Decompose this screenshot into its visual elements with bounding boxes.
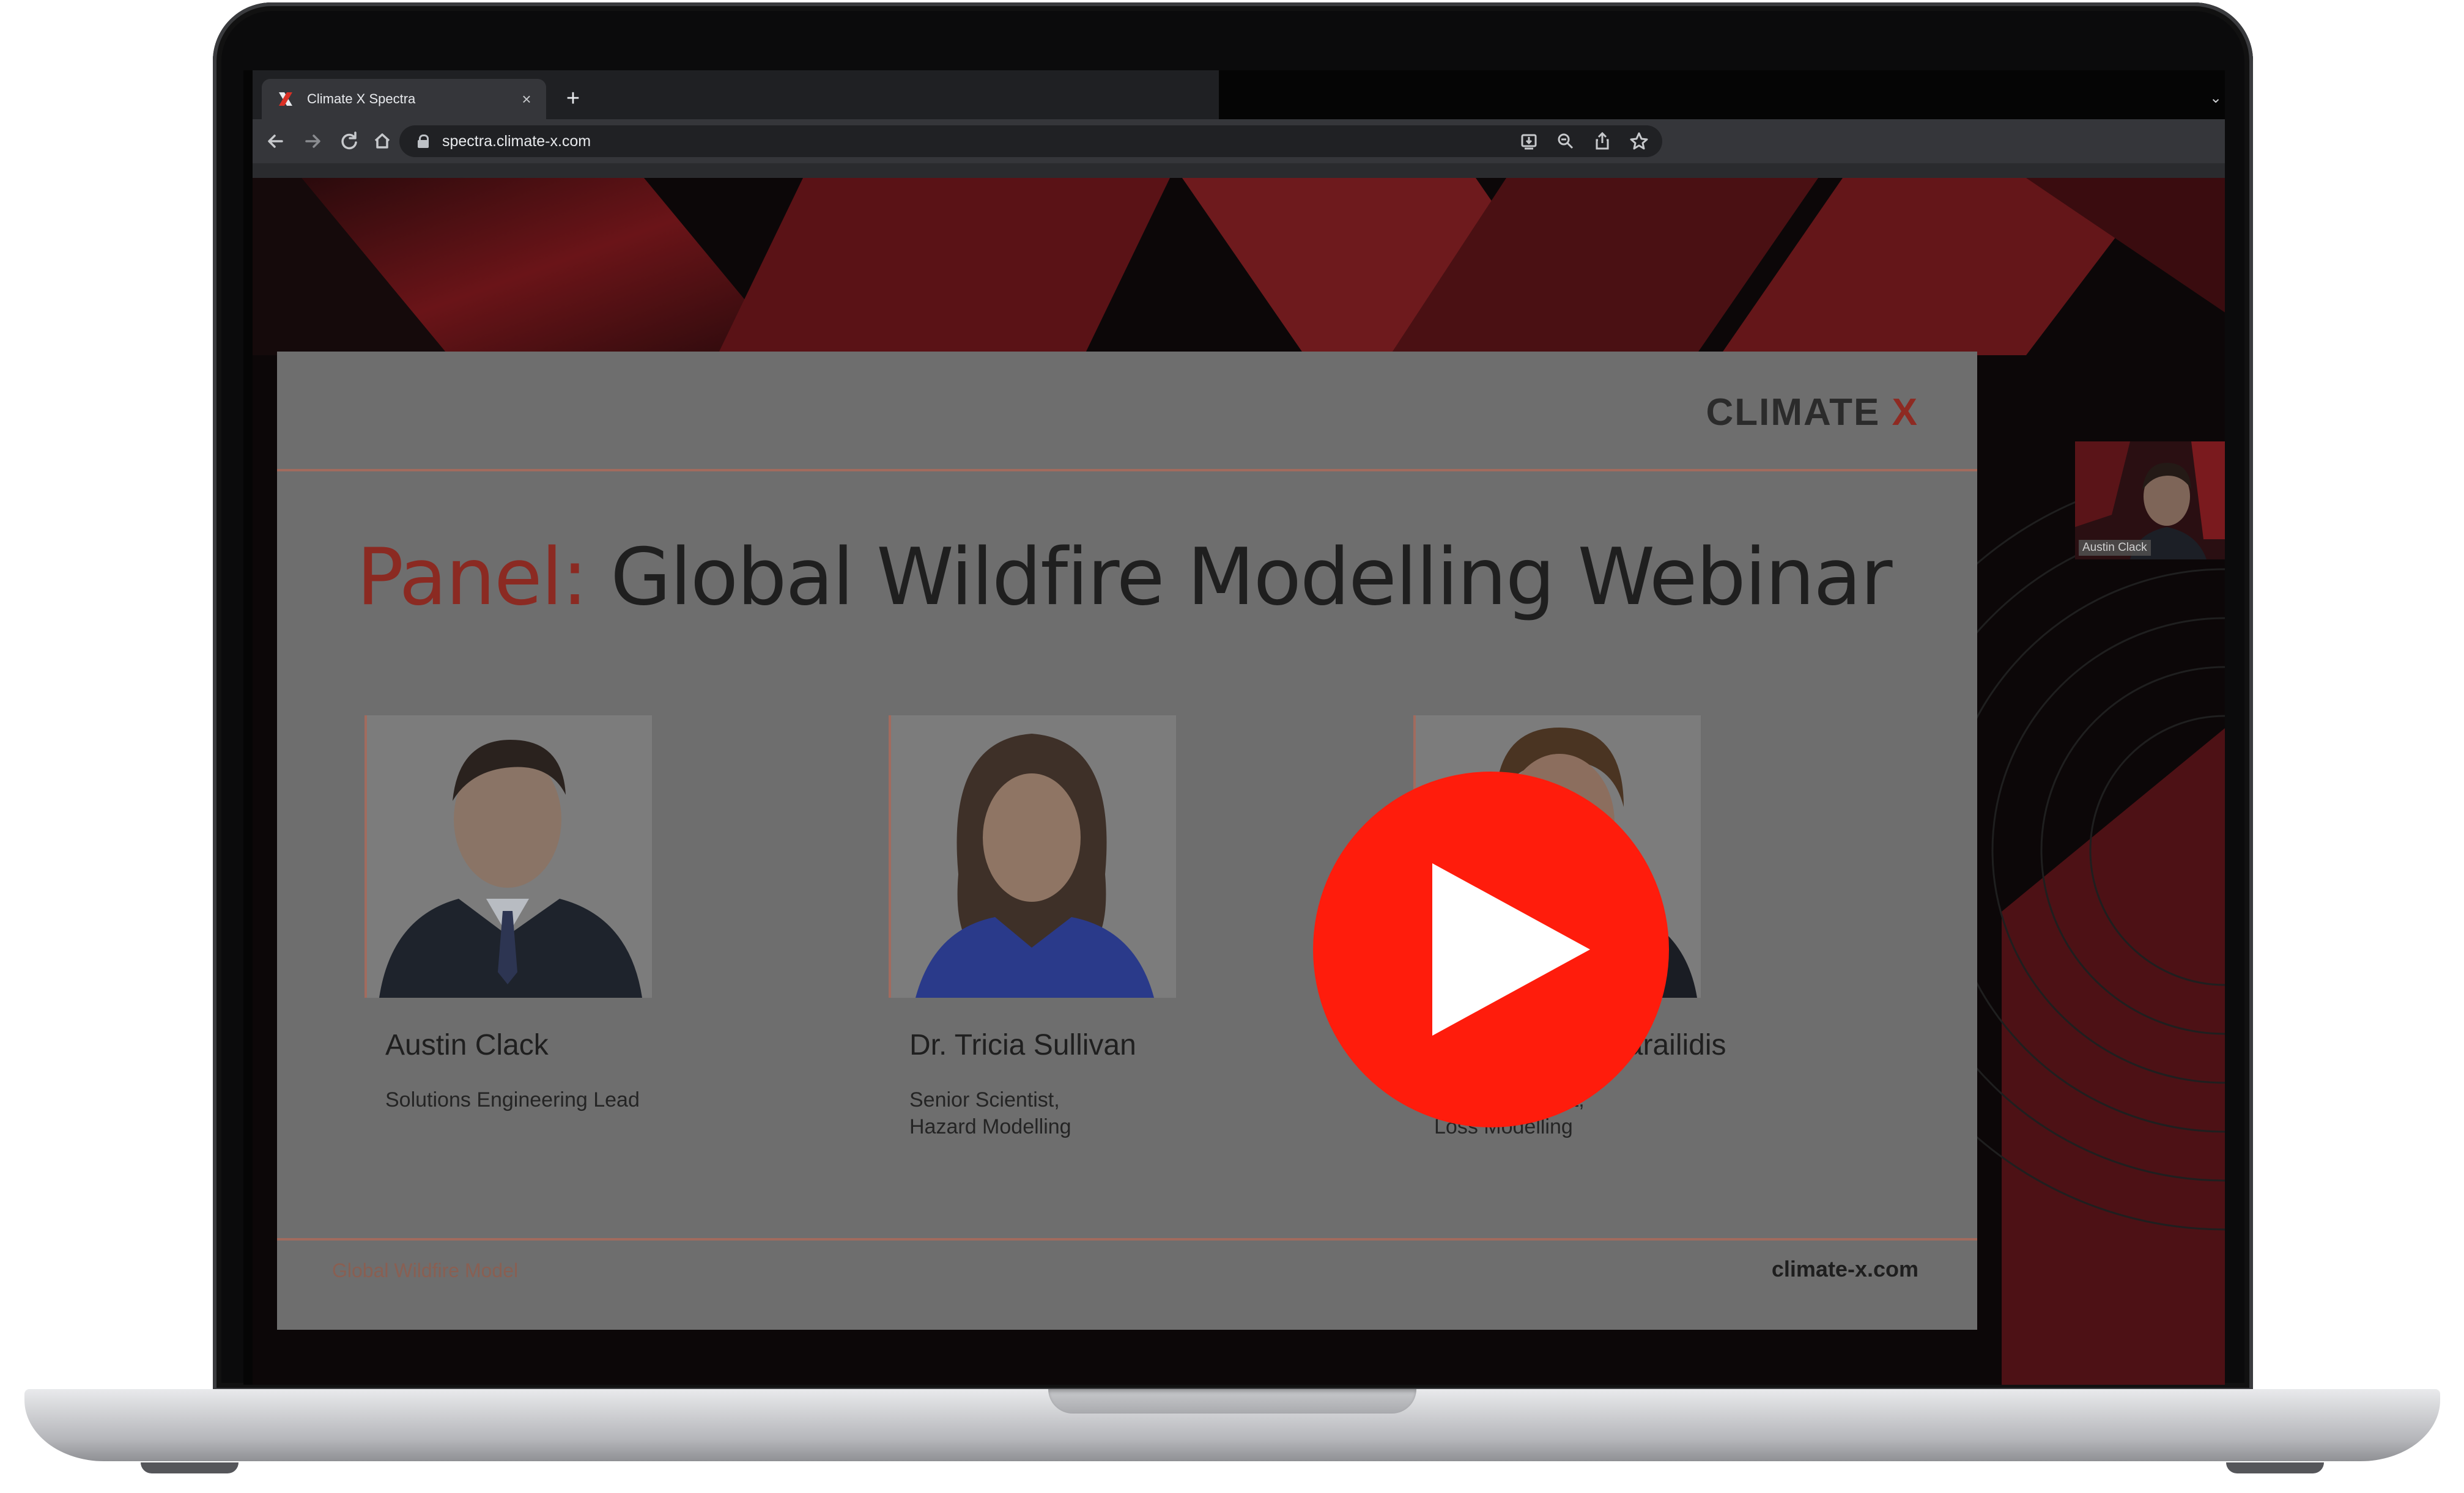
browser-tab[interactable]: Climate X Spectra × (262, 79, 546, 119)
slide-header-divider (277, 469, 1977, 471)
play-button[interactable] (1313, 772, 1669, 1127)
panelist-name: Dr. Tricia Sullivan (909, 1029, 1136, 1061)
new-tab-button[interactable]: + (558, 84, 588, 113)
slide-footer-website: climate-x.com (1771, 1256, 1918, 1281)
laptop-foot-right (2226, 1462, 2324, 1473)
panelist-role: Senior Scientist, Hazard Modelling (909, 1088, 1071, 1138)
panelist-photo (889, 715, 1176, 998)
zoom-icon[interactable] (1552, 128, 1579, 155)
tab-strip-background (1219, 70, 2225, 119)
browser-tab-strip: Climate X Spectra × + ⌄ (253, 70, 2225, 119)
slide-footer-divider (277, 1238, 1977, 1240)
slide-title-text: Global Wildfire Modelling Webinar (586, 532, 1892, 623)
presentation-slide: CLIMATE X Panel: Global Wildfire Modelli… (277, 352, 1977, 1330)
logo-text: CLIMATE (1706, 391, 1881, 433)
laptop-notch (1048, 1389, 1416, 1414)
speaker-video-thumbnail: Austin Clack (2075, 441, 2225, 559)
lock-icon[interactable] (418, 135, 429, 148)
home-icon[interactable] (368, 127, 397, 156)
panelist-role: Solutions Engineering Lead (385, 1088, 640, 1111)
play-icon (1432, 863, 1590, 1036)
slide-title: Panel: Global Wildfire Modelling Webinar (357, 532, 1892, 623)
browser-toolbar: spectra.climate-x.com (253, 119, 2225, 163)
slide-footer-caption: Global Wildfire Model (332, 1259, 519, 1281)
close-tab-icon[interactable]: × (514, 90, 539, 109)
share-icon[interactable] (1589, 128, 1616, 155)
video-player[interactable]: CLIMATE X Panel: Global Wildfire Modelli… (253, 178, 2225, 1385)
back-arrow-icon[interactable] (261, 127, 290, 156)
panelist-card: Austin Clack Solutions Engineering Lead (364, 715, 652, 1113)
forward-arrow-icon[interactable] (298, 127, 327, 156)
laptop-mockup: Climate X Spectra × + ⌄ spectra.climate-… (0, 0, 2464, 1493)
thumbnail-label: Austin Clack (2079, 540, 2151, 556)
chevron-down-icon[interactable]: ⌄ (2203, 86, 2225, 111)
address-bar[interactable]: spectra.climate-x.com (399, 125, 1662, 157)
install-app-icon[interactable] (1515, 128, 1542, 155)
reload-icon[interactable] (335, 127, 364, 156)
slide-title-accent: Panel: (357, 532, 588, 623)
panelist-photo (364, 715, 652, 998)
toolbar-divider (253, 163, 2225, 178)
logo-x: X (1892, 391, 1918, 433)
url-text[interactable]: spectra.climate-x.com (442, 133, 1515, 150)
panelist-name: Austin Clack (385, 1029, 549, 1061)
laptop-screen: Climate X Spectra × + ⌄ spectra.climate-… (243, 70, 2225, 1385)
climate-x-logo: CLIMATE X (1706, 391, 1918, 434)
panelist-card: Dr. Tricia Sullivan Senior Scientist, Ha… (889, 715, 1176, 1140)
laptop-foot-left (141, 1462, 239, 1473)
climate-x-favicon-icon (278, 91, 294, 107)
tab-title: Climate X Spectra (307, 91, 416, 106)
star-icon[interactable] (1626, 128, 1652, 155)
